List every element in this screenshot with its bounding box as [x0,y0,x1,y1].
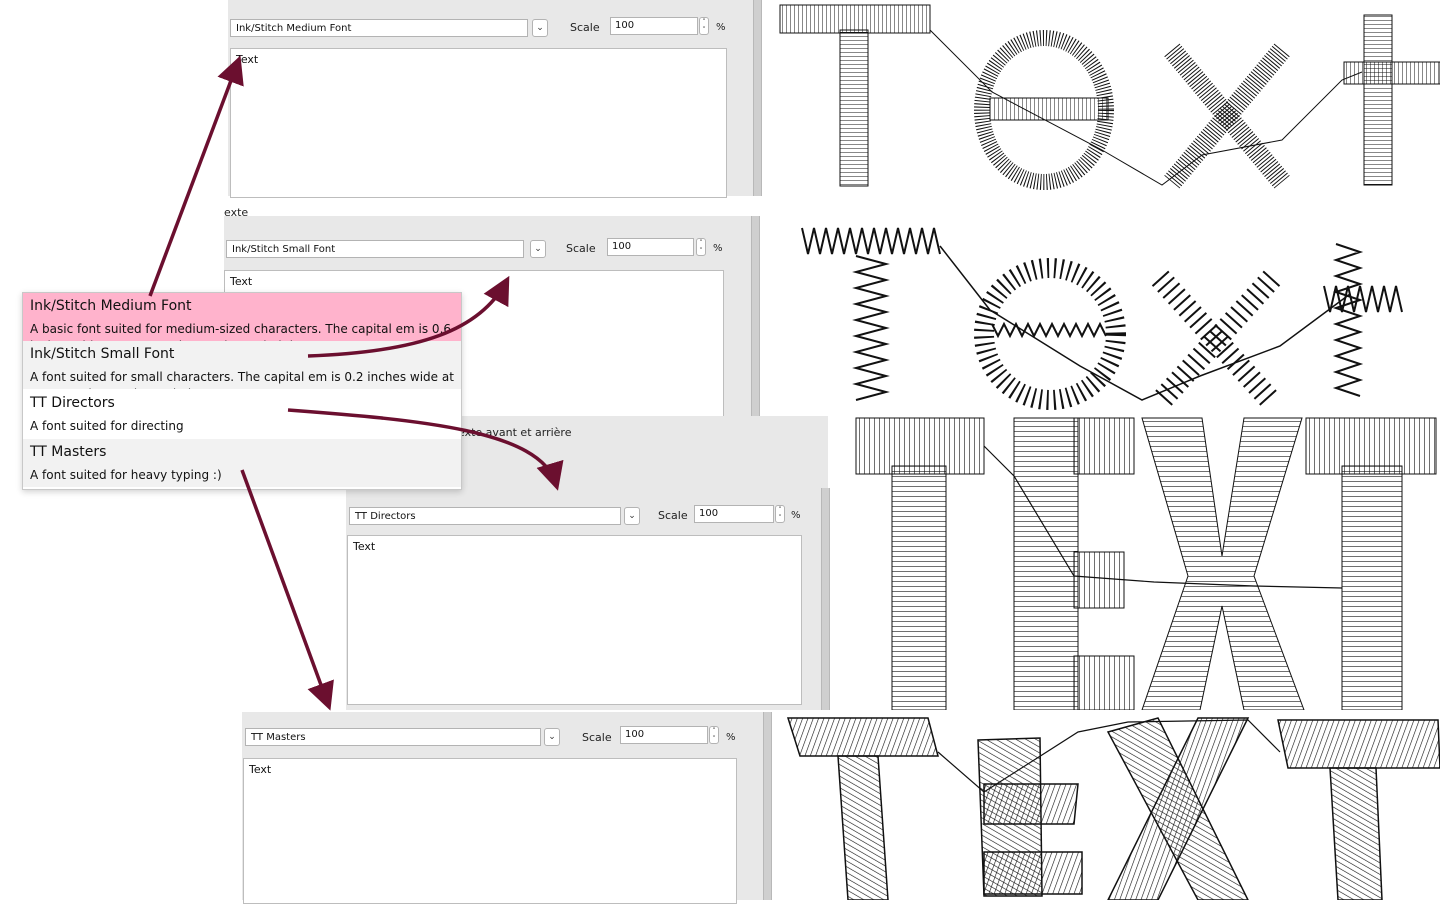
splitter[interactable] [751,216,760,416]
scale-stepper[interactable]: ˄ ˅ [709,726,719,744]
font-select[interactable]: TT Masters [245,728,541,746]
scale-label: Scale [582,731,612,744]
splitter[interactable] [763,712,772,900]
percent-label: % [726,732,736,743]
scale-label: Scale [566,242,596,255]
stitch-preview-directors [834,416,1440,710]
scale-input[interactable]: 100 [607,238,694,256]
font-select[interactable]: Ink/Stitch Medium Font [230,19,528,37]
menu-item-description: A font suited for directing [30,419,184,433]
scale-stepper[interactable]: ˄ ˅ [775,505,785,523]
percent-label: % [713,243,723,254]
dropdown-button[interactable]: ⌄ [624,507,640,525]
scale-input[interactable]: 100 [620,726,708,744]
font-select[interactable]: TT Directors [349,507,621,525]
options-strip: exte avant et arrière [440,416,828,488]
chevron-down-icon: ⌄ [536,23,544,33]
menu-item-description: A font suited for small characters. The … [30,370,454,389]
fill-text-preview [855,417,1437,710]
chevron-down-icon: ⌄ [628,511,636,521]
font-panel-masters: TT Masters ⌄ Scale 100 ˄ ˅ % Text [242,712,772,904]
dropdown-button[interactable]: ⌄ [532,19,548,37]
font-dropdown-menu: Ink/Stitch Medium Font A basic font suit… [22,292,462,490]
menu-item-title: Ink/Stitch Small Font [30,346,175,362]
chevron-down-icon: ⌄ [534,244,542,254]
stitch-preview-medium [762,0,1440,196]
text-area[interactable]: Text [230,48,727,198]
scale-stepper[interactable]: ˄ ˅ [696,238,706,256]
text-area[interactable]: Text [243,758,737,904]
font-select[interactable]: Ink/Stitch Small Font [226,240,524,258]
splitter[interactable] [821,488,830,710]
italic-text-preview [786,717,1440,900]
stitch-preview-masters [778,712,1440,900]
menu-item-medium-font[interactable]: Ink/Stitch Medium Font A basic font suit… [23,293,461,341]
percent-label: % [716,22,726,33]
scale-label: Scale [570,21,600,34]
font-panel-medium: Ink/Stitch Medium Font ⌄ Scale 100 ˄ ˅ % … [228,0,762,198]
scale-input[interactable]: 100 [694,505,774,523]
scale-label: Scale [658,509,688,522]
satin-text-preview [779,4,1440,190]
menu-item-tt-directors[interactable]: TT Directors A font suited for directing [23,390,461,438]
font-panel-directors: TT Directors ⌄ Scale 100 ˄ ˅ % Text [346,488,830,710]
stitch-preview-small [760,216,1440,416]
menu-item-description: A font suited for heavy typing :) [30,468,222,482]
splitter[interactable] [753,0,762,196]
scale-stepper[interactable]: ˄ ˅ [699,17,709,35]
text-area[interactable]: Text [347,535,802,705]
menu-item-small-font[interactable]: Ink/Stitch Small Font A font suited for … [23,341,461,389]
menu-item-description: A basic font suited for medium-sized cha… [30,322,453,341]
dropdown-button[interactable]: ⌄ [544,728,560,746]
arrow-to-masters-panel [240,469,334,711]
menu-item-title: Ink/Stitch Medium Font [30,298,192,314]
percent-label: % [791,510,801,521]
dropdown-button[interactable]: ⌄ [530,240,546,258]
menu-item-title: TT Directors [30,395,115,411]
chevron-down-icon: ⌄ [548,732,556,742]
scale-input[interactable]: 100 [610,17,698,35]
reverse-text-label: exte avant et arrière [458,426,572,439]
zigzag-text-preview [801,227,1403,410]
menu-item-tt-masters[interactable]: TT Masters A font suited for heavy typin… [23,439,461,487]
cut-label: exte [224,206,249,219]
menu-item-title: TT Masters [30,444,107,460]
